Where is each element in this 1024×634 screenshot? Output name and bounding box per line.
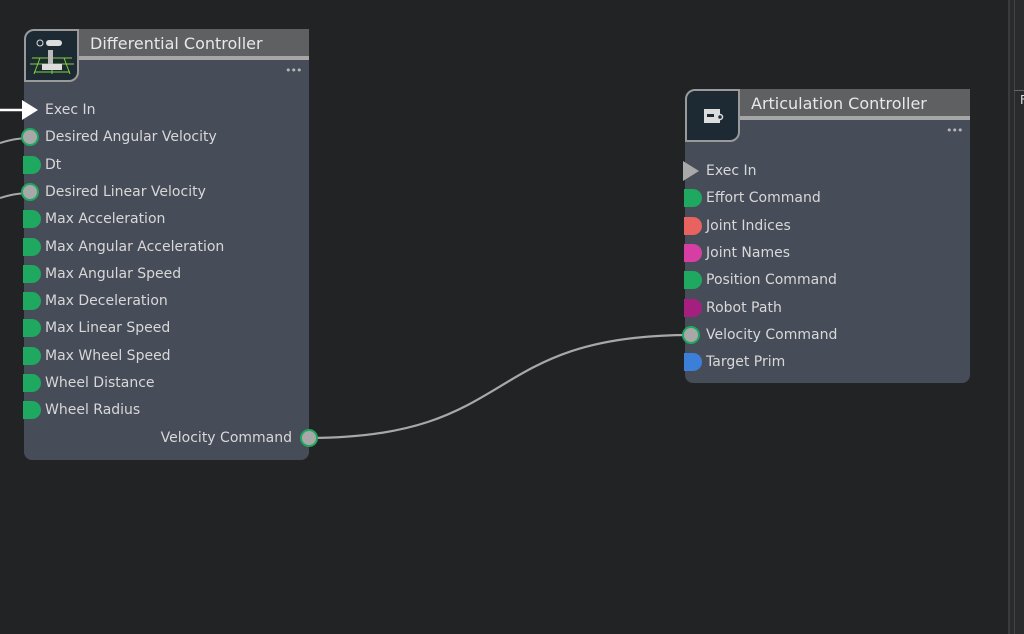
input-max-acceleration[interactable]: Max Acceleration <box>23 209 309 229</box>
input-joint-names[interactable]: Joint Names <box>684 243 970 263</box>
input-pin[interactable] <box>23 155 41 174</box>
input-velocity-command[interactable]: Velocity Command <box>682 325 970 345</box>
input-label: Desired Linear Velocity <box>45 183 206 200</box>
input-label: Position Command <box>706 272 837 289</box>
differential-controller-title[interactable]: Differential Controller <box>78 29 309 60</box>
input-label: Exec In <box>45 102 96 118</box>
input-label: Max Linear Speed <box>45 320 171 337</box>
input-position-command[interactable]: Position Command <box>684 270 970 290</box>
input-pin[interactable] <box>684 189 702 208</box>
input-pin[interactable] <box>682 325 700 344</box>
input-wheel-radius[interactable]: Wheel Radius <box>23 400 309 420</box>
output-pin-velocity-command[interactable] <box>300 429 318 447</box>
input-label: Max Wheel Speed <box>45 347 171 364</box>
input-pin[interactable] <box>684 298 702 317</box>
input-pin[interactable] <box>23 237 41 256</box>
input-label: Desired Angular Velocity <box>45 129 217 146</box>
input-pin[interactable] <box>23 210 41 229</box>
input-exec-in[interactable]: Exec In <box>22 100 309 120</box>
input-wheel-distance[interactable]: Wheel Distance <box>23 373 309 393</box>
input-label: Wheel Distance <box>45 375 155 391</box>
input-pin[interactable] <box>23 346 41 365</box>
input-exec-in[interactable]: Exec In <box>683 161 970 181</box>
prim-tag-icon <box>685 89 740 142</box>
input-label: Robot Path <box>706 299 782 316</box>
input-label: Joint Names <box>706 244 790 261</box>
input-max-linear-speed[interactable]: Max Linear Speed <box>23 318 309 338</box>
input-label: Max Angular Speed <box>45 265 182 282</box>
output-label: Velocity Command <box>160 430 292 446</box>
wire-velocity-command[interactable] <box>308 333 691 440</box>
input-pin[interactable] <box>684 243 702 262</box>
input-pin[interactable] <box>23 374 41 392</box>
exec-pin-icon[interactable] <box>22 100 38 120</box>
input-robot-path[interactable]: Robot Path <box>684 298 970 318</box>
input-pin[interactable] <box>23 264 41 283</box>
panel-partial-label: F <box>1020 93 1024 107</box>
input-joint-indices[interactable]: Joint Indices <box>684 216 970 236</box>
output-velocity-command[interactable]: Velocity Command <box>24 428 309 448</box>
input-max-deceleration[interactable]: Max Deceleration <box>23 291 309 311</box>
input-pin[interactable] <box>23 292 41 311</box>
input-pin[interactable] <box>23 401 41 420</box>
input-label: Exec In <box>706 163 757 179</box>
node-menu-button[interactable]: ••• <box>285 64 302 77</box>
input-max-wheel-speed[interactable]: Max Wheel Speed <box>23 346 309 366</box>
input-pin[interactable] <box>21 182 39 201</box>
input-label: Dt <box>45 156 62 173</box>
robot-arm-icon <box>24 29 79 82</box>
input-desired-angular-velocity[interactable]: Desired Angular Velocity <box>21 127 309 147</box>
input-effort-command[interactable]: Effort Command <box>684 188 970 208</box>
input-pin[interactable] <box>21 128 39 147</box>
input-pin[interactable] <box>684 353 702 372</box>
node-menu-button[interactable]: ••• <box>946 124 963 137</box>
input-target-prim[interactable]: Target Prim <box>684 352 970 372</box>
input-max-angular-speed[interactable]: Max Angular Speed <box>23 264 309 284</box>
input-label: Target Prim <box>706 354 786 371</box>
input-max-angular-acceleration[interactable]: Max Angular Acceleration <box>23 237 309 257</box>
input-pin[interactable] <box>684 271 702 290</box>
input-label: Joint Indices <box>706 217 791 234</box>
input-label: Max Deceleration <box>45 293 168 310</box>
input-pin[interactable] <box>684 216 702 235</box>
right-side-panel: F <box>1008 0 1024 634</box>
input-label: Velocity Command <box>706 326 838 343</box>
input-label: Wheel Radius <box>45 402 141 419</box>
input-pin[interactable] <box>23 319 41 338</box>
input-label: Max Acceleration <box>45 211 166 228</box>
input-label: Max Angular Acceleration <box>45 238 225 255</box>
input-label: Effort Command <box>706 190 821 207</box>
articulation-controller-title[interactable]: Articulation Controller <box>739 89 970 120</box>
input-desired-linear-velocity[interactable]: Desired Linear Velocity <box>21 182 309 202</box>
exec-pin-icon[interactable] <box>683 161 699 181</box>
input-dt[interactable]: Dt <box>23 155 309 175</box>
